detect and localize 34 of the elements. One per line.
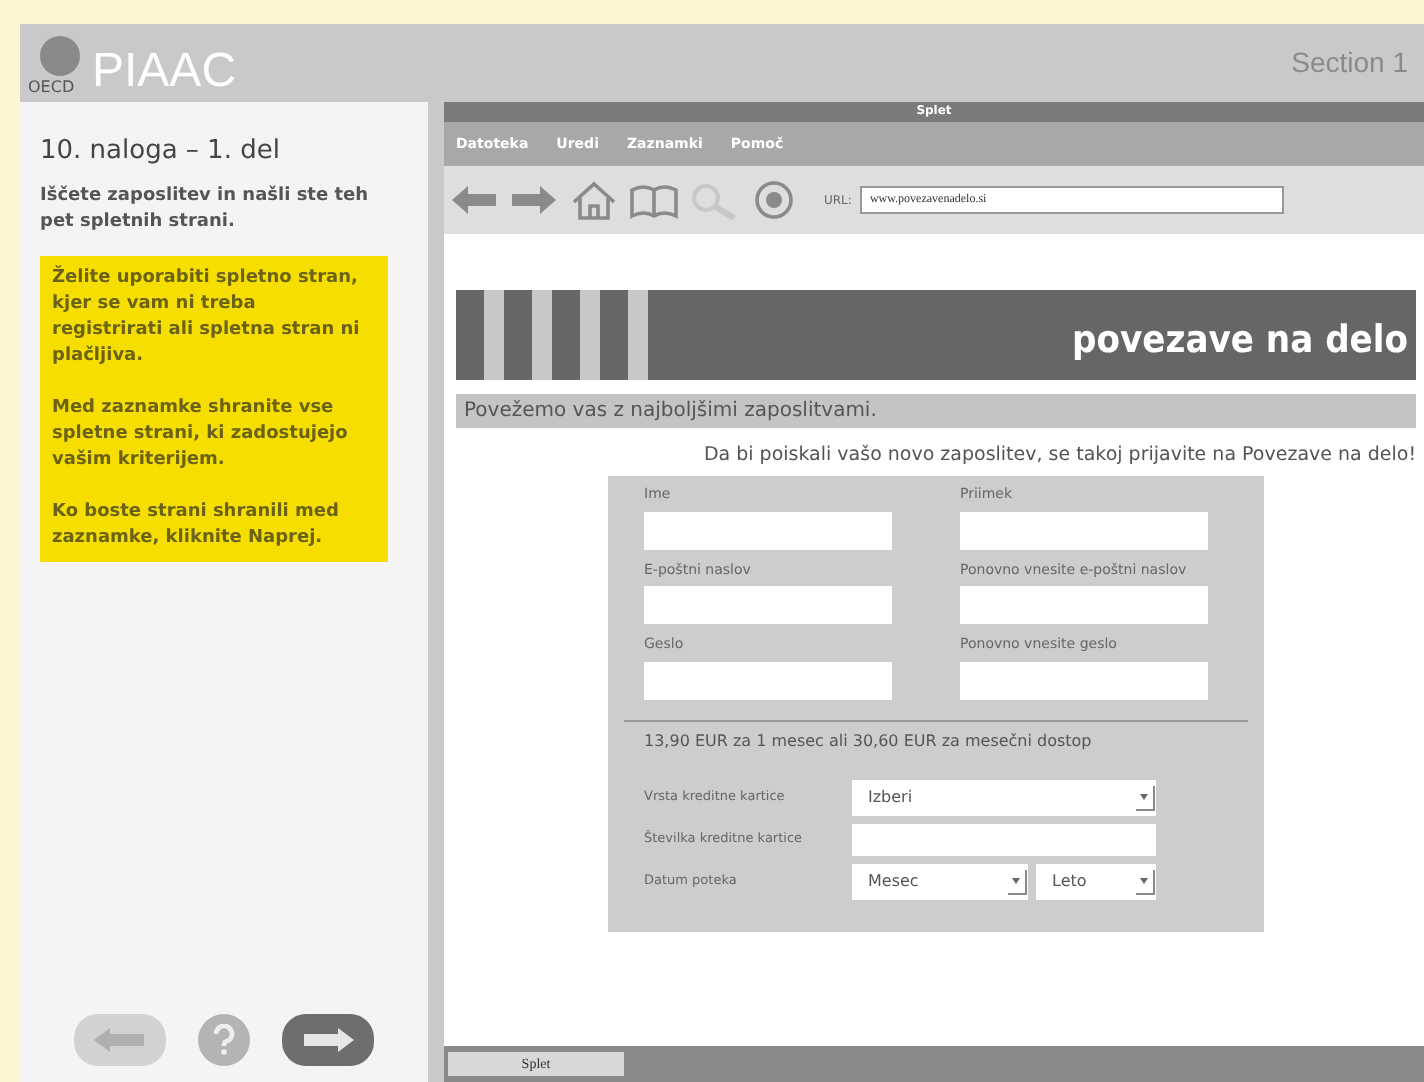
dropdown-arrow-icon (1004, 867, 1028, 896)
instruction-text: Želite uporabiti spletno stran, kjer se vam ni treba registrirati ali spletna stran ni plačljiva. (52, 265, 362, 369)
instruction-text: Ko boste strani shranili med zaznamke, kliknite Naprej. (52, 499, 341, 551)
help-button[interactable] (198, 1014, 250, 1066)
input-field[interactable] (644, 661, 892, 700)
dropdown[interactable]: Mesec (852, 863, 1028, 900)
input-field[interactable] (644, 586, 892, 625)
dropdown[interactable]: Izberi (852, 779, 1156, 816)
input-field[interactable] (960, 511, 1208, 550)
dropdown[interactable]: Leto (1036, 863, 1156, 900)
book-icon[interactable] (628, 180, 680, 220)
left-arrow-icon (92, 1026, 148, 1054)
logo-small-text: OECD (28, 79, 75, 95)
next-button[interactable] (282, 1014, 374, 1066)
instruction-text: Med zaznamke shranite vse spletne strani, ki zadostujejo vašim kriterijem. (52, 395, 350, 473)
home-icon[interactable] (568, 180, 620, 220)
section-label: Section 1 (1291, 44, 1410, 82)
dropdown-arrow-icon (1132, 867, 1156, 896)
task-intro: Iščete zaposlitev in našli ste teh pet spletnih strani. (40, 183, 371, 235)
tagline-bar: Povežemo vas z najboljšimi zaposlitvami. (456, 394, 1416, 428)
input-field[interactable] (644, 511, 892, 550)
brand-name: povezave na delo (1072, 315, 1410, 365)
dropdown-arrow-icon (1132, 783, 1156, 812)
back-arrow-icon[interactable] (448, 180, 500, 220)
question-mark-icon (212, 1024, 236, 1056)
forward-arrow-icon[interactable] (508, 180, 560, 220)
logo-icon (40, 35, 80, 75)
signup-prompt: Da bi poiskali vašo novo zaposlitev, se takoj prijavite na Povezave na delo! (701, 442, 1416, 470)
right-arrow-icon (300, 1026, 356, 1054)
task-title: 10. naloga – 1. del (40, 134, 282, 170)
input-field[interactable] (852, 823, 1156, 856)
input-field[interactable] (960, 661, 1208, 700)
price-text: 13,90 EUR za 1 mesec ali 30,60 EUR za mesečni dostop (642, 729, 1094, 754)
input-field[interactable] (960, 586, 1208, 625)
